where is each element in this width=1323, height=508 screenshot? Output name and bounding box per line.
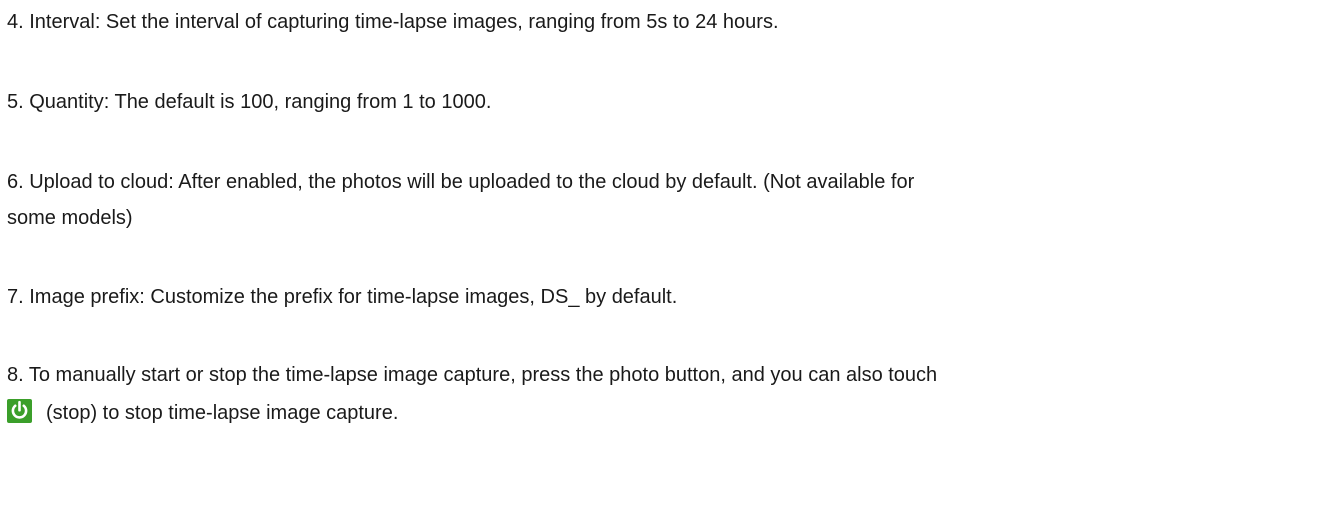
- item-manual-line-1: 8. To manually start or stop the time-la…: [7, 364, 938, 386]
- item-manual-line-2: (stop) to stop time-lapse image capture.: [46, 402, 399, 424]
- item-quantity: 5. Quantity: The default is 100, ranging…: [7, 91, 492, 113]
- power-icon: [7, 399, 32, 423]
- item-upload-line-1: 6. Upload to cloud: After enabled, the p…: [7, 171, 915, 193]
- item-manual-capture: 8. To manually start or stop the time-la…: [7, 357, 937, 431]
- item-interval: 4. Interval: Set the interval of capturi…: [7, 11, 779, 33]
- power-icon-glyph: [11, 400, 28, 419]
- item-manual-line-2-wrap: (stop) to stop time-lapse image capture.: [7, 395, 937, 431]
- item-upload-to-cloud: 6. Upload to cloud: After enabled, the p…: [7, 164, 914, 236]
- item-image-prefix: 7. Image prefix: Customize the prefix fo…: [7, 286, 678, 308]
- item-upload-line-2: some models): [7, 207, 133, 229]
